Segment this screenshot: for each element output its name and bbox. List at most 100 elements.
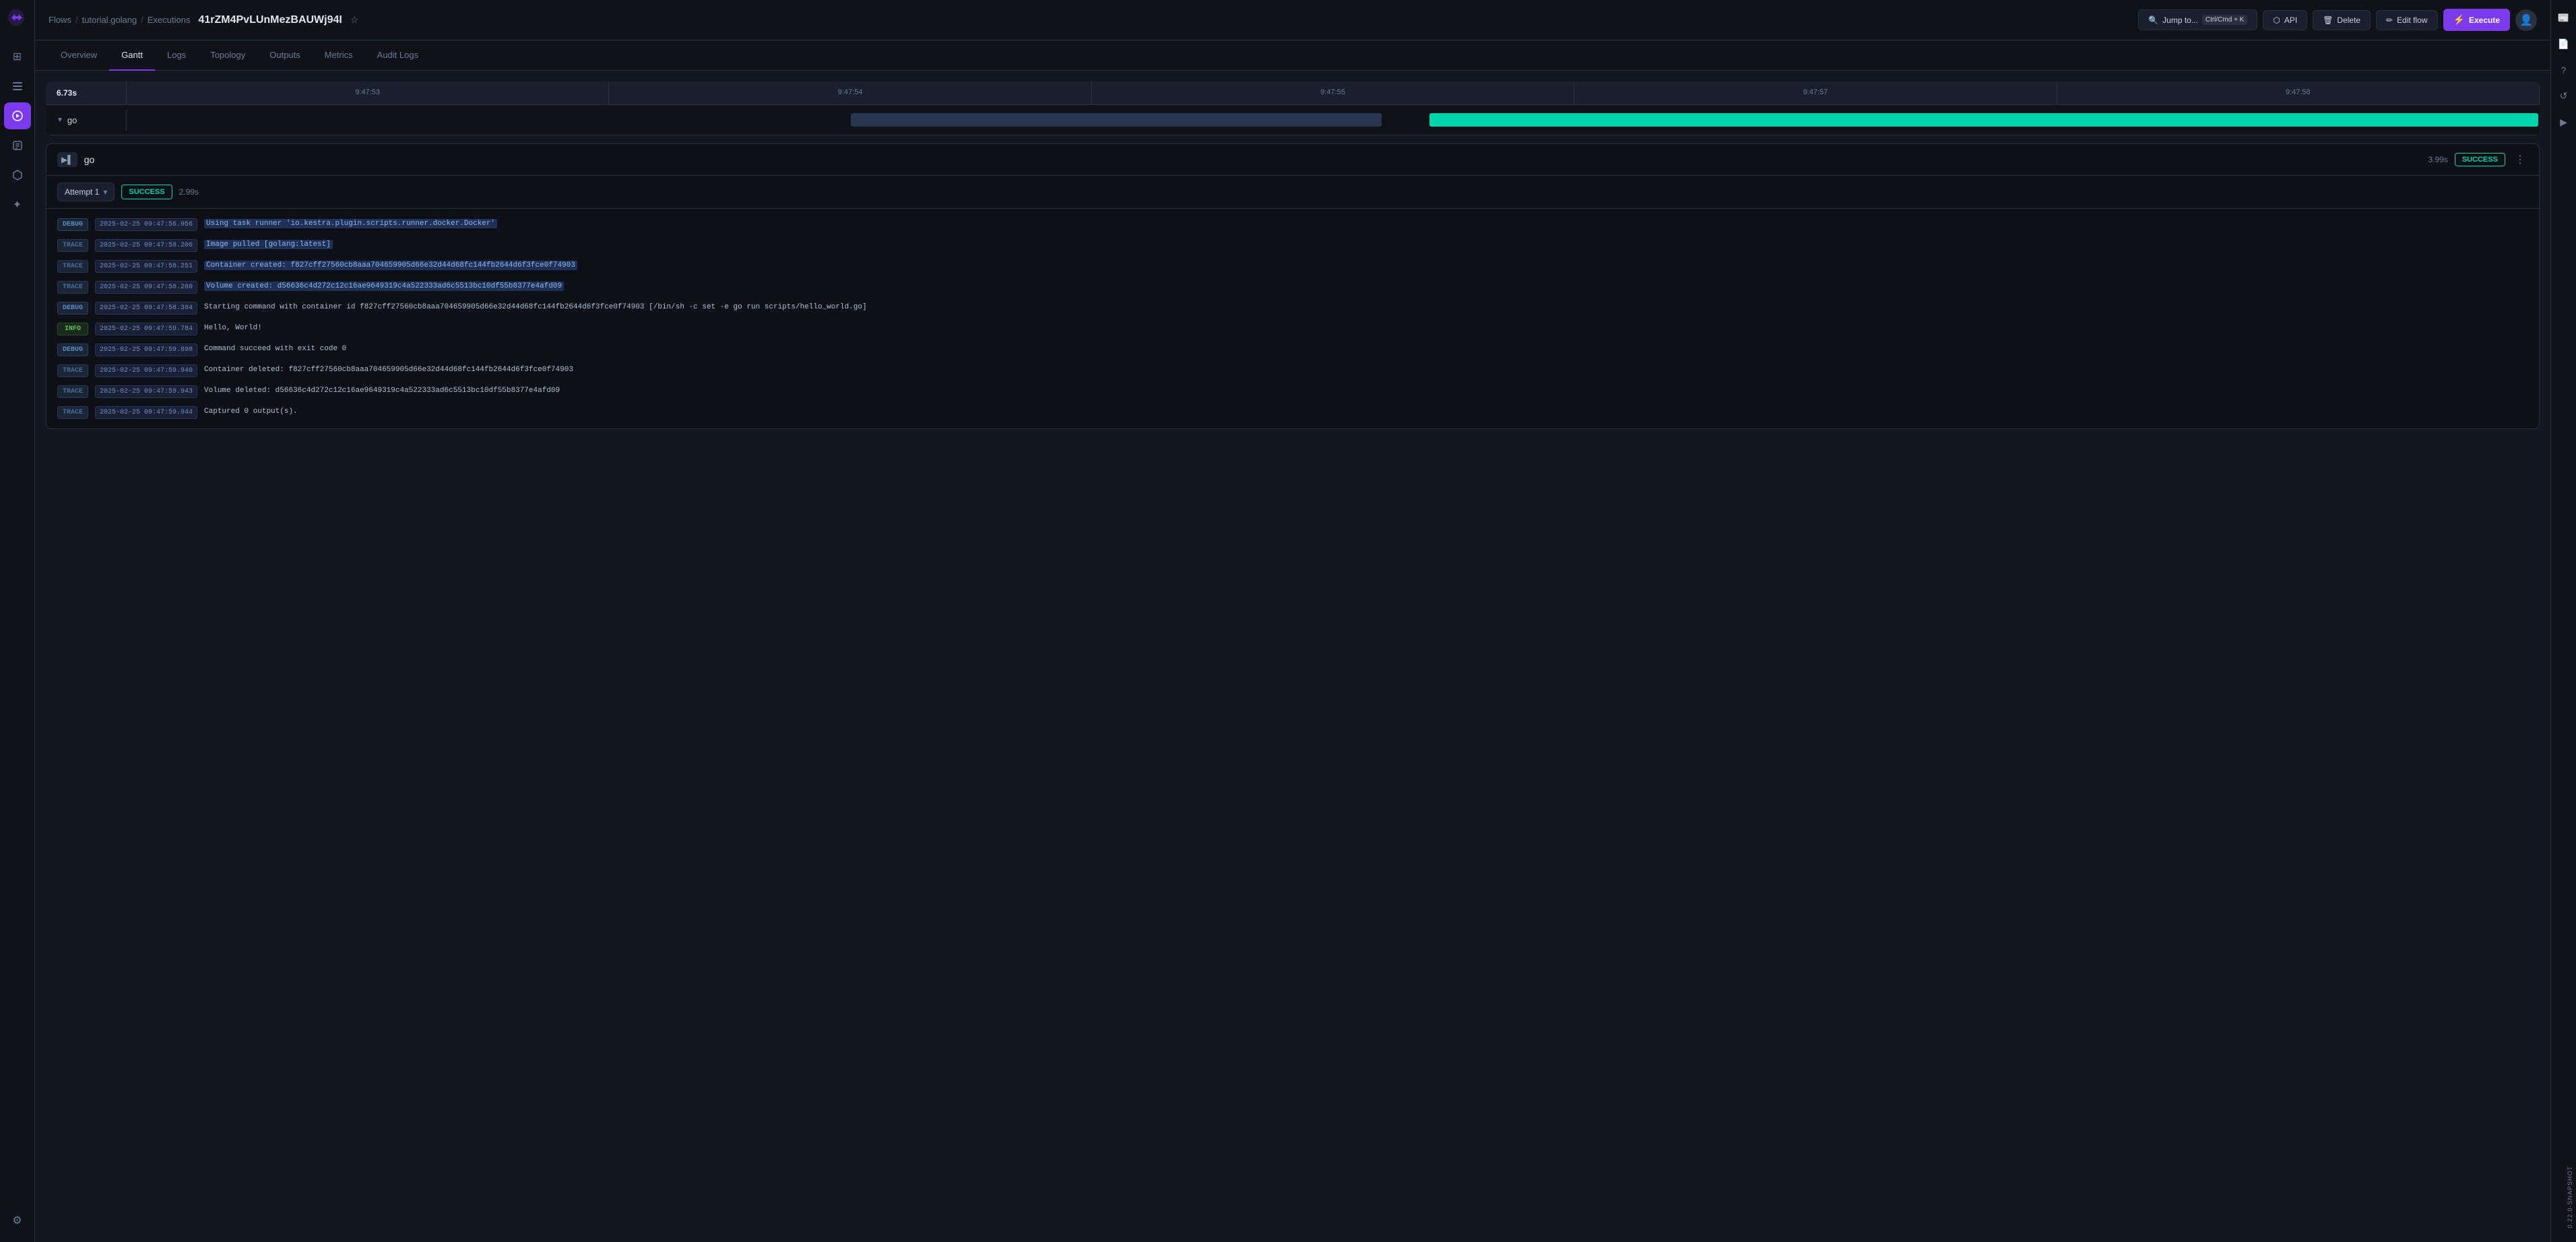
right-panel-docs[interactable]: 📄 <box>2551 32 2576 57</box>
log-line: TRACE2025-02-25 09:47:59.944Captured 0 o… <box>46 402 2539 423</box>
log-line: DEBUG2025-02-25 09:47:58.384Starting com… <box>46 298 2539 319</box>
log-message: Command succeed with exit code 0 <box>204 344 346 355</box>
breadcrumb-sep-1: / <box>75 15 78 25</box>
main-content: Flows / tutorial.golang / Executions 41r… <box>35 0 2550 1242</box>
log-timestamp: 2025-02-25 09:47:59.944 <box>95 406 197 419</box>
api-button[interactable]: ⬡ API <box>2263 10 2307 30</box>
version-label: 0.22.0-SNAPSHOT <box>2567 1166 2573 1229</box>
log-line: TRACE2025-02-25 09:47:58.260Volume creat… <box>46 277 2539 298</box>
search-icon: 🔍 <box>2148 15 2158 25</box>
gantt-row-label: ▼ go <box>46 110 127 131</box>
breadcrumb: Flows / tutorial.golang / Executions <box>49 15 190 25</box>
gantt-row-go[interactable]: ▼ go <box>46 105 2540 135</box>
log-message: Image pulled [golang:latest] <box>204 239 333 251</box>
log-level-badge: TRACE <box>57 385 88 398</box>
attempt-selector[interactable]: Attempt 1 ▾ <box>57 183 115 201</box>
sidebar-item-flows[interactable] <box>4 73 31 100</box>
sidebar-item-plugins[interactable] <box>4 162 31 189</box>
tab-logs[interactable]: Logs <box>155 40 198 71</box>
sidebar-item-integrations[interactable]: ✦ <box>4 191 31 218</box>
log-timestamp: 2025-02-25 09:47:59.943 <box>95 385 197 398</box>
gantt-timeline: 9:47:53 9:47:54 9:47:55 9:47:57 9:47:58 <box>127 81 2540 104</box>
edit-flow-button[interactable]: ✏ Edit flow <box>2376 10 2437 30</box>
right-panel: 📰 📄 ? ↺ ▶ 0.22.0-SNAPSHOT <box>2550 0 2576 1242</box>
tab-outputs[interactable]: Outputs <box>257 40 313 71</box>
log-line: TRACE 2025-02-25 09:47:59.943 Volume delet… <box>46 381 2539 402</box>
log-lines: DEBUG2025-02-25 09:47:56.956Using task r… <box>46 209 2539 428</box>
gantt-marker-2: 9:47:55 <box>1092 81 1574 104</box>
log-line: INFO2025-02-25 09:47:59.784Hello, World! <box>46 319 2539 339</box>
log-timestamp: 2025-02-25 09:47:58.251 <box>95 260 197 273</box>
chevron-down-icon: ▾ <box>103 187 107 197</box>
log-level-badge: TRACE <box>57 260 88 273</box>
task-name: go <box>84 154 95 165</box>
log-timestamp: 2025-02-25 09:47:59.898 <box>95 344 197 356</box>
task-status-badge: SUCCESS <box>2455 153 2505 166</box>
task-duration: 3.99s <box>2428 155 2447 164</box>
log-line: DEBUG2025-02-25 09:47:59.898Command succ… <box>46 339 2539 360</box>
tab-metrics[interactable]: Metrics <box>313 40 365 71</box>
gantt-marker-1: 9:47:54 <box>609 81 1091 104</box>
right-panel-open-issue[interactable]: ↺ <box>2551 84 2576 108</box>
docs-icon: 📄 <box>2558 38 2569 50</box>
nav-tabs: Overview Gantt Logs Topology Outputs Met… <box>35 40 2550 71</box>
log-message: Volume created: d56636c4d272c12c16ae9649… <box>204 281 564 292</box>
gantt-row-name: go <box>67 115 77 125</box>
task-header: ▶▌ go 3.99s SUCCESS ⋮ <box>46 144 2539 176</box>
logo[interactable] <box>7 8 28 30</box>
log-line: TRACE2025-02-25 09:47:58.251Container cr… <box>46 256 2539 277</box>
help-icon: ? <box>2561 65 2567 75</box>
task-more-button[interactable]: ⋮ <box>2512 153 2528 166</box>
right-panel-news[interactable]: 📰 <box>2551 5 2576 30</box>
header-actions: 🔍 Jump to... Ctrl/Cmd + K ⬡ API 🗑 Delete… <box>2138 9 2537 31</box>
log-level-badge: TRACE <box>57 239 88 252</box>
breadcrumb-flows[interactable]: Flows <box>49 15 71 25</box>
tab-gantt[interactable]: Gantt <box>109 40 155 71</box>
gantt-marker-0: 9:47:53 <box>127 81 609 104</box>
right-panel-get-demo[interactable]: ▶ <box>2551 110 2576 135</box>
execute-button[interactable]: ⚡ Execute <box>2443 9 2510 31</box>
star-icon[interactable]: ☆ <box>350 14 359 26</box>
task-panel: ▶▌ go 3.99s SUCCESS ⋮ Attempt 1 ▾ SUCCES… <box>46 143 2540 429</box>
gantt-bar-pending <box>851 113 1382 127</box>
execute-icon: ⚡ <box>2453 14 2465 26</box>
right-panel-help[interactable]: ? <box>2551 58 2576 82</box>
gantt-bar-running <box>1429 113 2538 127</box>
breadcrumb-namespace[interactable]: tutorial.golang <box>82 15 137 25</box>
gantt-marker-3: 9:47:57 <box>1574 81 2057 104</box>
log-timestamp: 2025-02-25 09:47:58.260 <box>95 281 197 294</box>
tab-topology[interactable]: Topology <box>198 40 257 71</box>
attempt-label: Attempt 1 <box>65 187 99 197</box>
content-area: 6.73s 9:47:53 9:47:54 9:47:55 9:47:57 9:… <box>35 71 2550 1242</box>
gantt-marker-4: 9:47:58 <box>2057 81 2540 104</box>
log-line: TRACE 2025-02-25 09:47:58.206 Image pulled… <box>46 235 2539 256</box>
issue-icon: ↺ <box>2560 90 2568 102</box>
demo-icon: ▶ <box>2560 117 2567 128</box>
log-timestamp: 2025-02-25 09:47:58.206 <box>95 239 197 252</box>
delete-button[interactable]: 🗑 Delete <box>2313 10 2371 30</box>
log-message: Container deleted: f827cff27560cb8aaa704… <box>204 364 573 376</box>
sidebar-item-logs[interactable] <box>4 132 31 159</box>
jump-to-button[interactable]: 🔍 Jump to... Ctrl/Cmd + K <box>2138 9 2257 30</box>
avatar[interactable]: 👤 <box>2515 9 2537 31</box>
sidebar-item-executions[interactable] <box>4 102 31 129</box>
tab-overview[interactable]: Overview <box>49 40 109 71</box>
log-level-badge: DEBUG <box>57 302 88 315</box>
sidebar-bottom: ⚙ <box>4 1207 31 1234</box>
log-timestamp: 2025-02-25 09:47:59.940 <box>95 364 197 377</box>
gantt-bar-area <box>127 105 2540 135</box>
log-timestamp: 2025-02-25 09:47:59.784 <box>95 323 197 335</box>
delete-icon: 🗑 <box>2323 15 2333 25</box>
sidebar-item-settings[interactable]: ⚙ <box>4 1207 31 1234</box>
breadcrumb-executions[interactable]: Executions <box>148 15 191 25</box>
sidebar-item-dashboard[interactable]: ⊞ <box>4 43 31 70</box>
gantt-chart: 6.73s 9:47:53 9:47:54 9:47:55 9:47:57 9:… <box>46 81 2540 135</box>
gantt-header: 6.73s 9:47:53 9:47:54 9:47:55 9:47:57 9:… <box>46 81 2540 105</box>
tab-audit-logs[interactable]: Audit Logs <box>365 40 430 71</box>
log-message: Volume deleted: d56636c4d272c12c16ae9649… <box>204 385 560 397</box>
edit-icon: ✏ <box>2386 15 2393 25</box>
log-timestamp: 2025-02-25 09:47:56.956 <box>95 218 197 231</box>
task-controls: Attempt 1 ▾ SUCCESS 2.99s <box>46 176 2539 209</box>
chevron-down-icon[interactable]: ▼ <box>57 117 63 124</box>
log-line: TRACE2025-02-25 09:47:59.940Container de… <box>46 360 2539 381</box>
